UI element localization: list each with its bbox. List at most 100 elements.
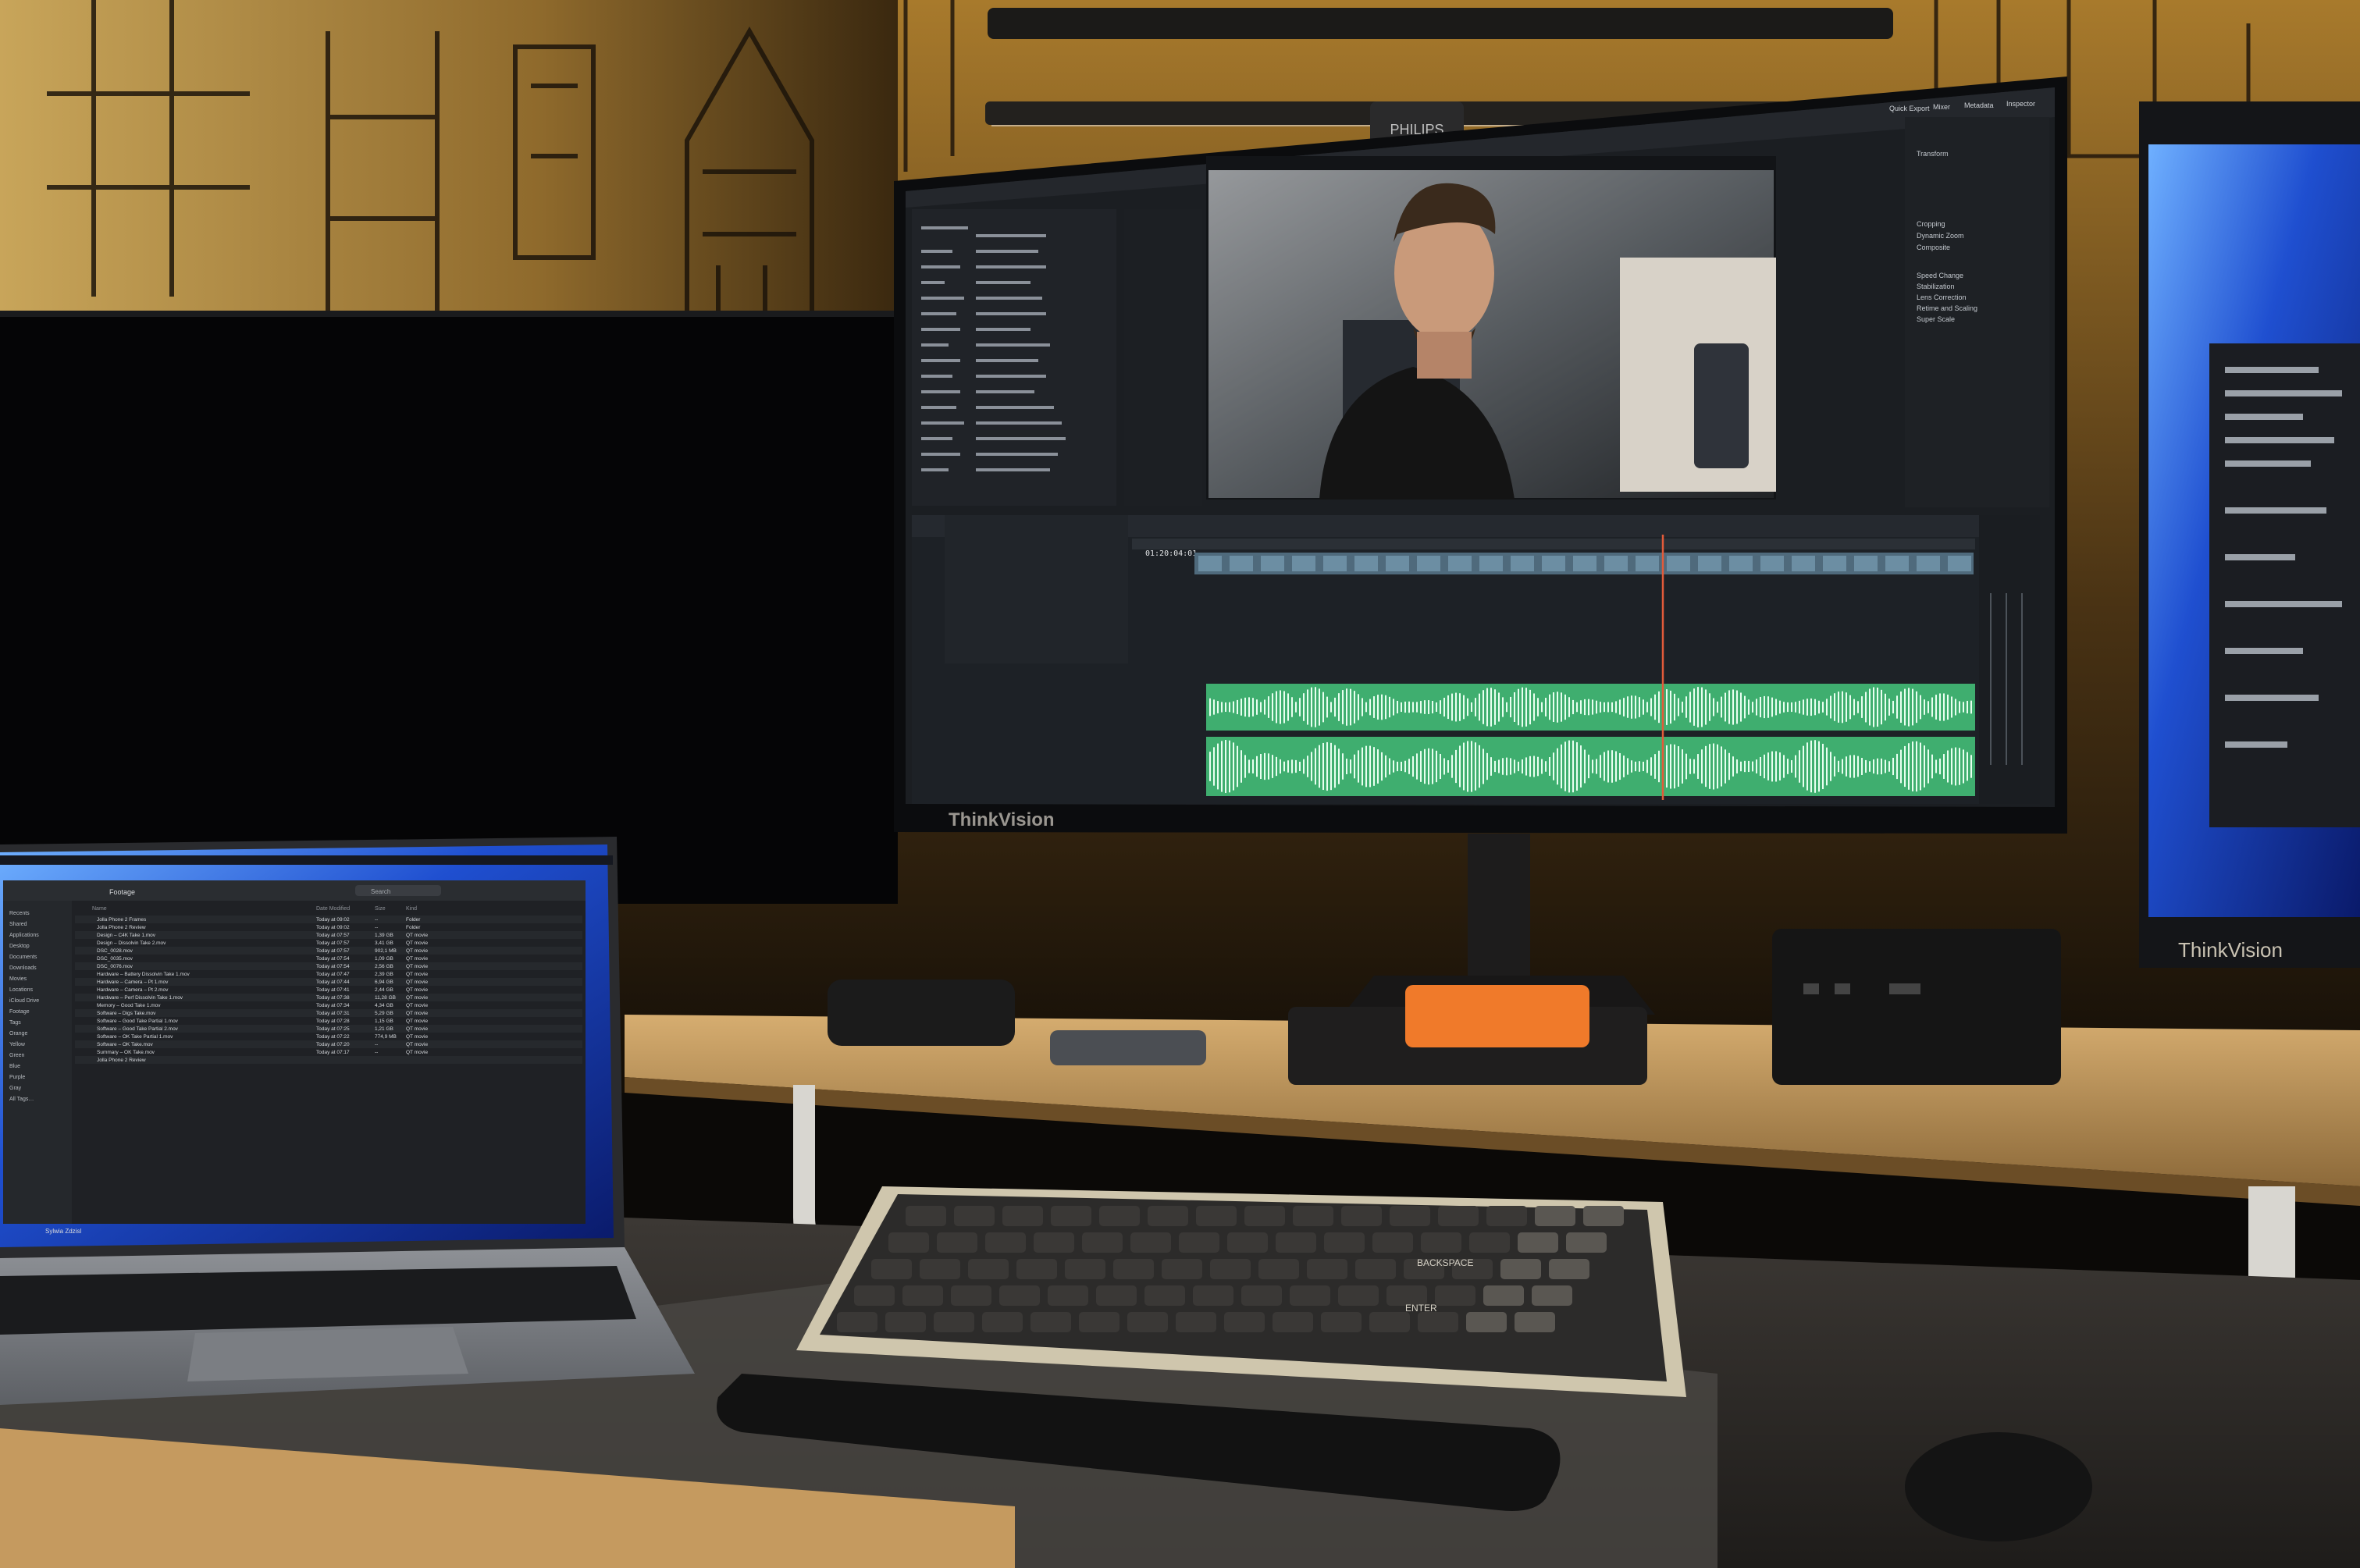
keyboard-key[interactable] [1227,1232,1268,1253]
keyboard-key[interactable] [1179,1232,1219,1253]
keyboard-key[interactable] [985,1232,1026,1253]
keyboard-key[interactable] [1324,1232,1365,1253]
keyboard-key[interactable] [1244,1206,1285,1226]
keyboard-key[interactable] [1549,1259,1589,1279]
tab-mixer[interactable]: Mixer [1933,103,1950,111]
keyboard-key[interactable] [1051,1206,1091,1226]
finder-row[interactable]: Jolla Phone 2 Review [75,1056,582,1064]
finder-sidebar-item[interactable]: All Tags… [9,1097,34,1102]
finder-sidebar-item[interactable]: Downloads [9,965,37,971]
keyboard-key[interactable] [1144,1285,1185,1306]
inspector-section-super-scale[interactable]: Super Scale [1917,315,1955,323]
keyboard-key[interactable] [954,1206,995,1226]
audio-track-1[interactable] [1206,684,1975,731]
keyboard-key[interactable] [1486,1206,1527,1226]
inspector-section-transform[interactable]: Transform [1917,150,1949,158]
keyboard-key[interactable] [1418,1312,1458,1332]
keyboard-key[interactable] [1016,1259,1057,1279]
keyboard-key[interactable] [1290,1285,1330,1306]
finder-sidebar-item[interactable]: Footage [9,1009,30,1015]
audio-track-2[interactable] [1206,737,1975,796]
keyboard-key[interactable] [1048,1285,1088,1306]
keyboard-key[interactable] [1355,1259,1396,1279]
finder-row[interactable]: DSC_0028.mov Today at 07:57 902,1 MB QT mov… [75,947,582,955]
finder-sidebar-item[interactable]: Desktop [9,944,30,949]
finder-sidebar-item[interactable]: Movies [9,976,27,982]
keyboard-key[interactable] [1500,1259,1541,1279]
keyboard-key[interactable] [1421,1232,1461,1253]
keyboard-key[interactable] [871,1259,912,1279]
keyboard-key[interactable] [902,1285,943,1306]
keyboard-key[interactable] [1224,1312,1265,1332]
keyboard-key[interactable] [1276,1232,1316,1253]
inspector-section-cropping[interactable]: Cropping [1917,220,1945,228]
inspector-section-stabilization[interactable]: Stabilization [1917,283,1955,290]
finder-sidebar-item[interactable]: Shared [9,922,27,927]
keyboard-key[interactable] [1293,1206,1333,1226]
finder-search-input[interactable] [355,885,441,896]
finder-sidebar-item[interactable]: Yellow [9,1042,26,1047]
keyboard-key[interactable] [1176,1312,1216,1332]
keyboard-key[interactable] [854,1285,895,1306]
keyboard-key[interactable] [968,1259,1009,1279]
finder-sidebar-item[interactable]: Purple [9,1075,25,1080]
finder-sidebar-item[interactable]: Applications [9,933,39,938]
keyboard-key[interactable] [1466,1312,1507,1332]
inspector-section-retime[interactable]: Retime and Scaling [1917,304,1977,312]
tab-quick-export[interactable]: Quick Export [1889,105,1930,112]
keyboard-key[interactable] [982,1312,1023,1332]
finder-row[interactable]: Software – Good Take Partial 2.mov Today … [75,1025,582,1033]
keyboard-key[interactable] [1483,1285,1524,1306]
keyboard-key[interactable] [1162,1259,1202,1279]
tab-metadata[interactable]: Metadata [1964,101,1994,109]
keyboard-key[interactable] [1583,1206,1624,1226]
keyboard-key[interactable] [934,1312,974,1332]
keyboard-key[interactable] [1369,1312,1410,1332]
keyboard-key[interactable] [1515,1312,1555,1332]
keyboard-key[interactable] [1469,1232,1510,1253]
inspector-section-lens-correction[interactable]: Lens Correction [1917,293,1967,301]
keyboard-key[interactable] [1193,1285,1233,1306]
finder-row[interactable]: Hardware – Camera – Pt 1.mov Today at 07:… [75,978,582,986]
tab-inspector[interactable]: Inspector [2006,100,2035,108]
keyboard-key[interactable] [1341,1206,1382,1226]
keyboard-key[interactable] [1034,1232,1074,1253]
keyboard-key[interactable] [1566,1232,1607,1253]
keyboard-key[interactable] [1438,1206,1479,1226]
keyboard-key[interactable] [999,1285,1040,1306]
keyboard-key[interactable] [1096,1285,1137,1306]
finder-row[interactable]: Software – OK Take.mov Today at 07:20 -- QT… [75,1040,582,1048]
keyboard-key[interactable] [1002,1206,1043,1226]
finder-row[interactable]: Jolla Phone 2 Frames Today at 09:02 -- Fold… [75,916,582,923]
column-size[interactable]: Size [375,906,386,912]
finder-sidebar-item[interactable]: Blue [9,1064,20,1069]
keyboard-key[interactable] [1030,1312,1071,1332]
finder-row[interactable]: Software – Digs Take.mov Today at 07:31 5,… [75,1009,582,1017]
keyboard-key[interactable] [1130,1232,1171,1253]
keyboard-key[interactable] [1079,1312,1119,1332]
keyboard-key[interactable] [951,1285,991,1306]
finder-sidebar-item[interactable]: Green [9,1053,25,1058]
key-enter[interactable]: ENTER [1405,1303,1437,1314]
keyboard-key[interactable] [1113,1259,1154,1279]
keyboard-key[interactable] [885,1312,926,1332]
keyboard-key[interactable] [1210,1259,1251,1279]
finder-row[interactable]: Design – C4K Take 1.mov Today at 07:57 1,3… [75,931,582,939]
keyboard-key[interactable] [1273,1312,1313,1332]
finder-row[interactable]: Hardware – Perf Dissolvin Take 1.mov Toda… [75,994,582,1001]
keyboard-key[interactable] [1372,1232,1413,1253]
keyboard-key[interactable] [1065,1259,1105,1279]
keyboard-key[interactable] [1082,1232,1123,1253]
inspector-section-dynamic-zoom[interactable]: Dynamic Zoom [1917,232,1964,240]
finder-sidebar-item[interactable]: Gray [9,1086,22,1091]
keyboard-key[interactable] [1127,1312,1168,1332]
keyboard-key[interactable] [1518,1232,1558,1253]
column-name[interactable]: Name [92,906,107,912]
column-kind[interactable]: Kind [406,906,417,912]
inspector-section-composite[interactable]: Composite [1917,244,1950,251]
keyboard-key[interactable] [1099,1206,1140,1226]
keyboard-key[interactable] [1148,1206,1188,1226]
inspector-section-speed-change[interactable]: Speed Change [1917,272,1963,279]
keyboard-key[interactable] [1258,1259,1299,1279]
keyboard-key[interactable] [906,1206,946,1226]
